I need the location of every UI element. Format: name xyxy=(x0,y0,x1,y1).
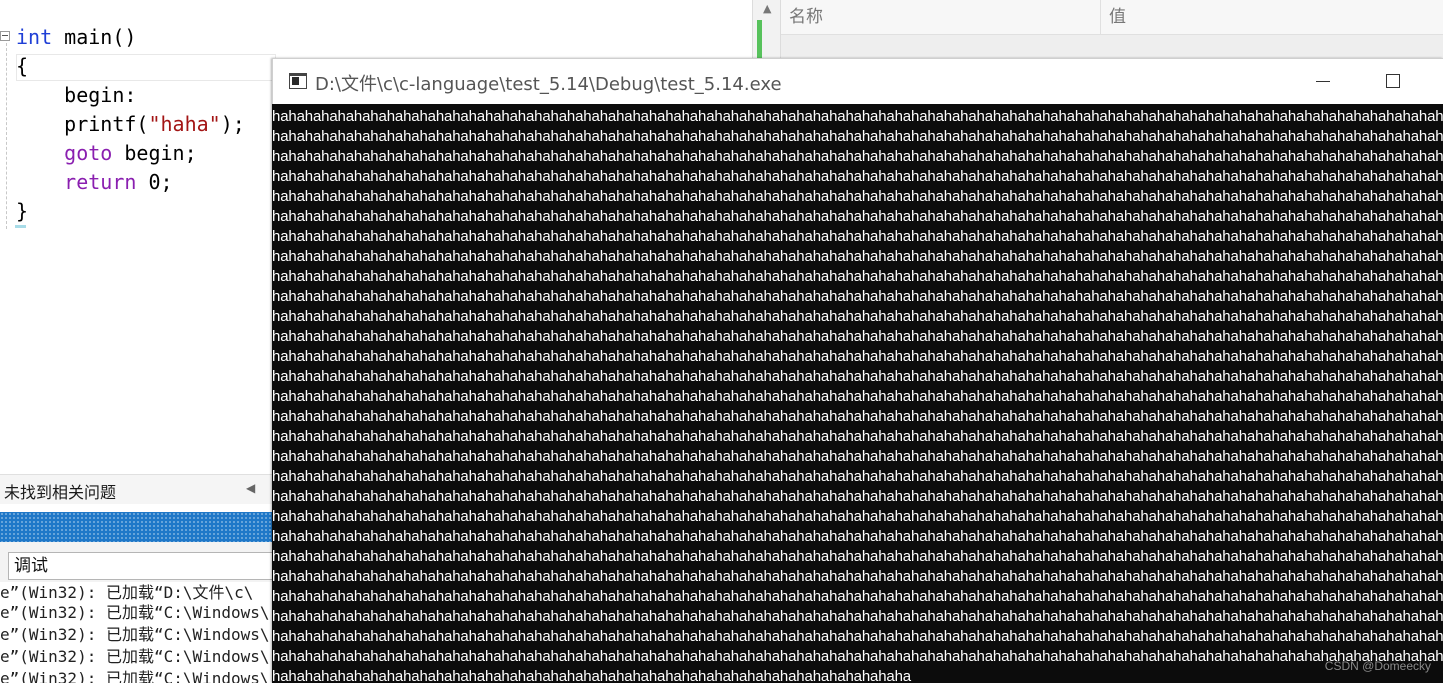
code-line[interactable]: } xyxy=(16,197,28,226)
console-line: hahahahahahahahahahahahahahahahahahahaha… xyxy=(272,568,1443,585)
output-panel-titlebar[interactable] xyxy=(0,512,272,542)
console-line: hahahahahahahahahahahahahahahahahahahaha… xyxy=(272,648,1443,665)
console-line: hahahahahahahahahahahahahahahahahahahaha… xyxy=(272,388,1443,405)
console-titlebar[interactable]: D:\文件\c\c-language\test_5.14\Debug\test_… xyxy=(272,58,1443,104)
console-line: hahahahahahahahahahahahahahahahahahahaha… xyxy=(272,328,1443,345)
console-line: hahahahahahahahahahahahahahahahahahahaha… xyxy=(272,128,1443,145)
scroll-left-icon[interactable]: ◀ xyxy=(246,481,255,495)
column-header-name[interactable]: 名称 xyxy=(781,0,1101,34)
code-line[interactable]: return 0; xyxy=(16,168,173,197)
minimize-icon xyxy=(1316,80,1330,82)
console-line: hahahahahahahahahahahahahahahahahahahaha… xyxy=(272,428,1443,445)
code-line[interactable]: begin: xyxy=(16,81,136,110)
code-token: 0; xyxy=(136,170,173,194)
code-token: begin; xyxy=(112,141,197,165)
code-token: "haha" xyxy=(148,112,221,136)
code-line[interactable]: goto begin; xyxy=(16,139,197,168)
console-window[interactable]: D:\文件\c\c-language\test_5.14\Debug\test_… xyxy=(272,58,1443,683)
error-status-text: 未找到相关问题 xyxy=(4,483,117,502)
console-line: hahahahahahahahahahahahahahahahahahahaha… xyxy=(272,488,1443,505)
minimize-button[interactable] xyxy=(1303,67,1343,95)
editor-scrollbar[interactable]: ▲ xyxy=(752,0,780,60)
console-line: hahahahahahahahahahahahahahahahahahahaha… xyxy=(272,408,1443,425)
collapse-toggle-icon[interactable] xyxy=(0,31,10,41)
code-token: return xyxy=(64,170,137,194)
console-line: hahahahahahahahahahahahahahahahahahahaha… xyxy=(272,628,1443,645)
text-caret xyxy=(15,225,26,228)
output-line: e”(Win32): 已加载“C:\Windows\ xyxy=(0,669,270,683)
console-line: hahahahahahahahahahahahahahahahahahahaha… xyxy=(272,148,1443,165)
code-token: main() xyxy=(52,25,137,49)
console-line: hahahahahahahahahahahahahahahahahahahaha… xyxy=(272,548,1443,565)
maximize-icon xyxy=(1386,74,1400,88)
output-line: e”(Win32): 已加载“C:\Windows\ xyxy=(0,625,270,644)
output-source-select[interactable]: 调试 xyxy=(8,552,278,580)
console-line: hahahahahahahahahahahahahahahahahahahaha… xyxy=(272,668,911,683)
console-app-icon xyxy=(289,73,307,89)
console-line: hahahahahahahahahahahahahahahahahahahaha… xyxy=(272,288,1443,305)
console-line: hahahahahahahahahahahahahahahahahahahaha… xyxy=(272,448,1443,465)
code-line[interactable]: { xyxy=(16,52,28,81)
code-line[interactable]: printf("haha"); xyxy=(16,110,245,139)
code-token: ); xyxy=(220,112,245,136)
column-header-value[interactable]: 值 xyxy=(1101,0,1443,34)
properties-panel: 名称 值 xyxy=(780,0,1443,60)
console-line: hahahahahahahahahahahahahahahahahahahaha… xyxy=(272,228,1443,245)
properties-row[interactable] xyxy=(781,34,1443,60)
code-token: goto xyxy=(64,141,113,165)
console-line: hahahahahahahahahahahahahahahahahahahaha… xyxy=(272,368,1443,385)
code-token: { xyxy=(16,54,29,78)
watermark: CSDN @Domeecky xyxy=(1324,659,1431,673)
maximize-button[interactable] xyxy=(1373,67,1413,95)
console-line: hahahahahahahahahahahahahahahahahahahaha… xyxy=(272,508,1443,525)
console-line: hahahahahahahahahahahahahahahahahahahaha… xyxy=(272,248,1443,265)
console-line: hahahahahahahahahahahahahahahahahahahaha… xyxy=(272,208,1443,225)
console-line: hahahahahahahahahahahahahahahahahahahaha… xyxy=(272,588,1443,605)
output-header: 调试 xyxy=(0,542,278,582)
console-line: hahahahahahahahahahahahahahahahahahahaha… xyxy=(272,608,1443,625)
console-line: hahahahahahahahahahahahahahahahahahahaha… xyxy=(272,168,1443,185)
error-list-bar: 未找到相关问题 ◀ xyxy=(0,474,272,504)
output-line: e”(Win32): 已加载“C:\Windows\ xyxy=(0,603,270,622)
code-token: } xyxy=(16,199,29,223)
console-line: hahahahahahahahahahahahahahahahahahahaha… xyxy=(272,188,1443,205)
fold-guide xyxy=(6,43,7,229)
output-line: e”(Win32): 已加载“C:\Windows\ xyxy=(0,647,270,666)
code-token: printf( xyxy=(16,112,149,136)
console-line: hahahahahahahahahahahahahahahahahahahaha… xyxy=(272,108,1443,125)
change-marker xyxy=(757,20,762,60)
console-line: hahahahahahahahahahahahahahahahahahahaha… xyxy=(272,268,1443,285)
console-line: hahahahahahahahahahahahahahahahahahahaha… xyxy=(272,308,1443,325)
console-line: hahahahahahahahahahahahahahahahahahahaha… xyxy=(272,528,1443,545)
console-line: hahahahahahahahahahahahahahahahahahahaha… xyxy=(272,348,1443,365)
code-token: int xyxy=(16,25,53,49)
current-line-highlight xyxy=(16,54,276,81)
console-output: hahahahahahahahahahahahahahahahahahahaha… xyxy=(272,104,1443,683)
console-line: hahahahahahahahahahahahahahahahahahahaha… xyxy=(272,468,1443,485)
code-token: begin: xyxy=(16,83,137,107)
code-line[interactable]: int main() xyxy=(16,23,136,52)
window-title: D:\文件\c\c-language\test_5.14\Debug\test_… xyxy=(315,74,782,95)
scroll-up-icon[interactable]: ▲ xyxy=(763,2,771,15)
